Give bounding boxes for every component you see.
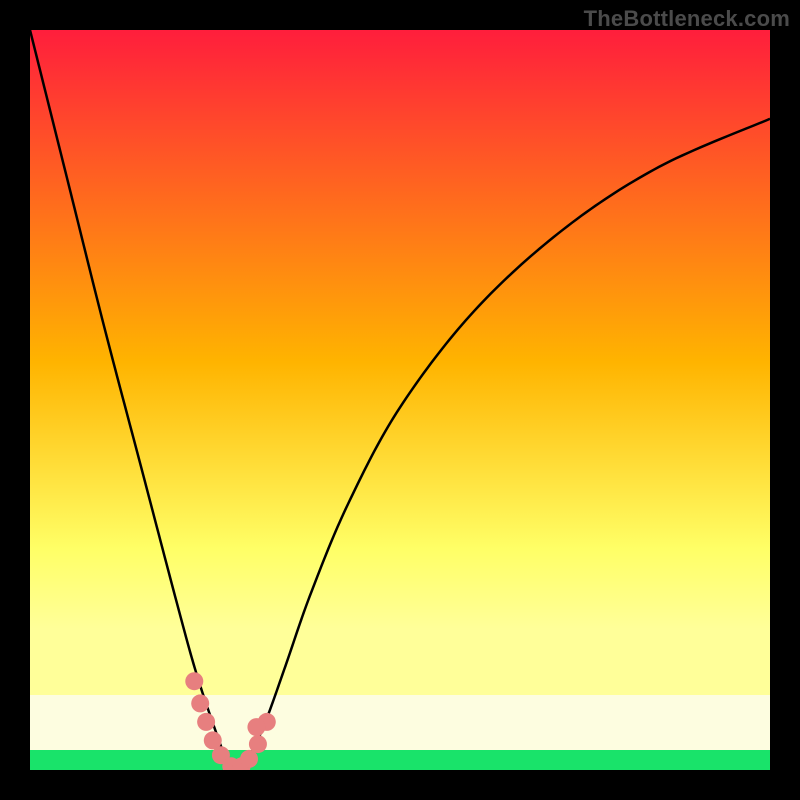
heat-gradient	[30, 30, 770, 695]
white-band	[30, 695, 770, 750]
background-gradient	[30, 30, 770, 770]
watermark: TheBottleneck.com	[584, 6, 790, 32]
chart-area	[30, 30, 770, 770]
green-strip	[30, 750, 770, 770]
